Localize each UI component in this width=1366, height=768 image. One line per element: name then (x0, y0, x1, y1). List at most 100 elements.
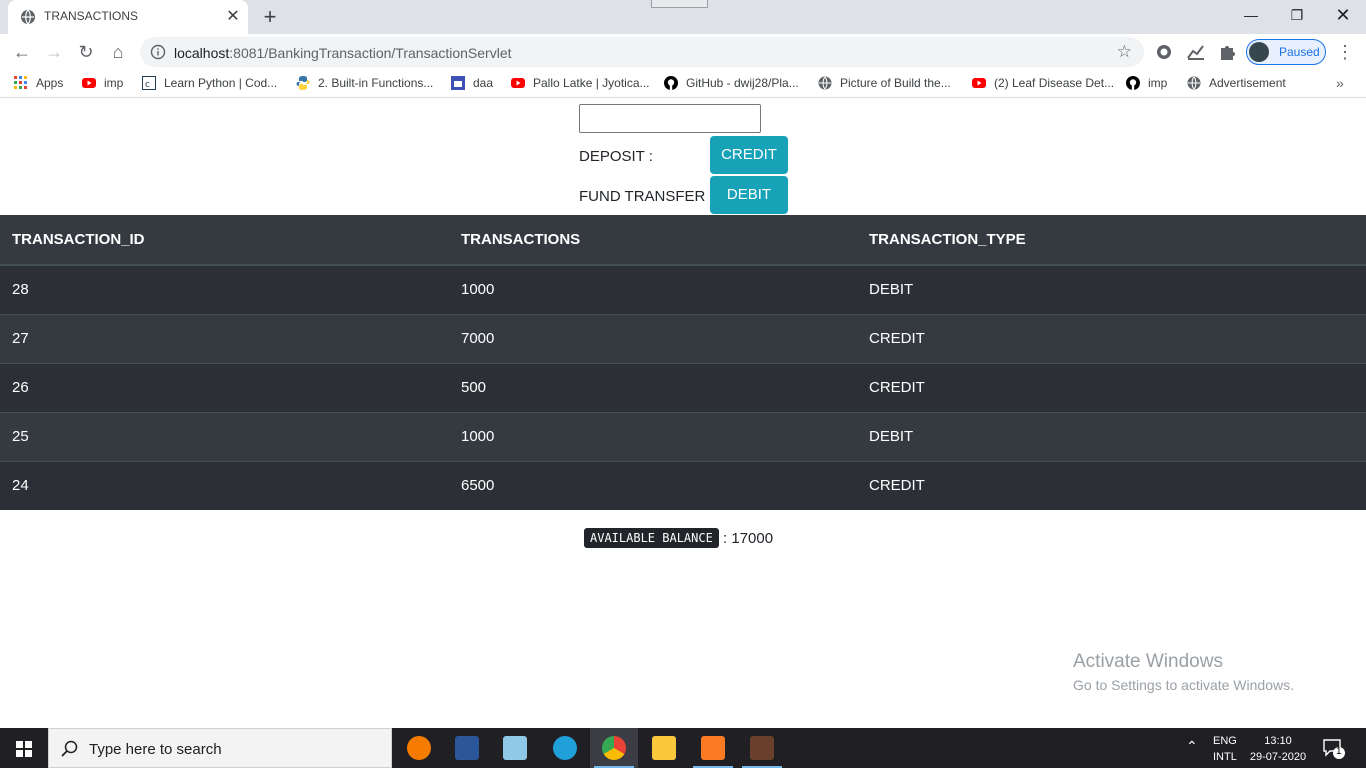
extensions-puzzle-icon[interactable] (1217, 42, 1237, 62)
restore-icon[interactable]: ❐ (1274, 0, 1320, 30)
bookmark-picture-of-build[interactable]: Picture of Build the... (818, 76, 951, 92)
transaction-id-cell: 27 (0, 313, 449, 363)
globe-icon (818, 76, 832, 90)
transaction-type-cell: DEBIT (857, 264, 1366, 314)
reload-icon[interactable]: ↻ (74, 40, 98, 64)
taskbar-app-edge[interactable] (541, 728, 589, 768)
column-header: TRANSACTION_TYPE (857, 215, 1366, 266)
taskbar-app-notepad[interactable] (491, 728, 539, 768)
deposit-label: DEPOSIT : (579, 148, 653, 165)
speech-bubble-icon (1323, 739, 1345, 759)
table-header-row: TRANSACTION_ID TRANSACTIONS TRANSACTION_… (0, 215, 1366, 266)
address-bar[interactable]: localhost:8081/BankingTransaction/Transa… (140, 37, 1144, 67)
taskbar-app-chrome[interactable] (590, 728, 638, 768)
apps-grid-icon (14, 76, 27, 89)
transaction-amount-cell: 6500 (449, 460, 857, 510)
page-content: DEPOSIT : CREDIT FUND TRANSFER : DEBIT T… (0, 98, 1366, 728)
taskbar-app-file-explorer[interactable] (640, 728, 688, 768)
language-indicator[interactable]: ENG INTL (1213, 733, 1237, 765)
watermark-title: Activate Windows (1073, 651, 1223, 672)
word-icon (455, 736, 479, 760)
extension-chart-icon[interactable] (1186, 42, 1206, 62)
table-row: 26 500 CREDIT (0, 362, 1366, 412)
profile-button[interactable]: Paused (1246, 39, 1326, 65)
minimize-icon[interactable]: — (1228, 0, 1274, 30)
bookmark-label: Pallo Latke | Jyotica... (533, 76, 650, 90)
close-window-icon[interactable]: ✕ (1320, 0, 1366, 30)
ide-icon (750, 736, 774, 760)
github-icon (664, 76, 678, 90)
bookmark-github-dwij28[interactable]: GitHub - dwij28/Pla... (664, 76, 799, 92)
tab-strip: TRANSACTIONS ✕ + — ❐ ✕ (0, 0, 1366, 34)
bookmark-daa[interactable]: daa (451, 76, 493, 92)
new-tab-icon[interactable]: + (259, 6, 281, 28)
credit-button[interactable]: CREDIT (710, 136, 788, 174)
debit-button[interactable]: DEBIT (710, 176, 788, 214)
bookmark-label: daa (473, 76, 494, 90)
transaction-type-cell: DEBIT (857, 411, 1366, 461)
transaction-amount-cell: 1000 (449, 411, 857, 461)
search-placeholder: Type here to search (89, 741, 222, 758)
activate-windows-watermark: Activate Windows Go to Settings to activ… (1073, 651, 1294, 693)
browser-tab[interactable]: TRANSACTIONS ✕ (8, 0, 248, 34)
bookmark-star-icon[interactable]: ☆ (1117, 42, 1132, 62)
youtube-icon (511, 78, 525, 88)
avatar (1249, 42, 1269, 62)
taskbar-clock[interactable]: 13:10 29-07-2020 (1248, 733, 1308, 765)
file-explorer-icon (652, 736, 676, 760)
profile-status: Paused (1279, 45, 1320, 59)
language-code: ENG (1213, 735, 1237, 747)
extension-circle-icon[interactable] (1154, 42, 1174, 62)
back-icon[interactable]: ← (10, 40, 34, 64)
bookmark-label: Advertisement (1209, 76, 1286, 90)
bookmark-imp-github[interactable]: imp (1126, 76, 1167, 92)
taskbar-app-xampp[interactable] (689, 728, 737, 768)
close-tab-icon[interactable]: ✕ (224, 8, 242, 26)
fund-transfer-label: FUND TRANSFER : (579, 188, 714, 205)
notification-count: 1 (1336, 746, 1342, 757)
info-icon[interactable] (150, 44, 166, 60)
bookmark-label: (2) Leaf Disease Det... (994, 76, 1115, 90)
taskbar-app-word[interactable] (443, 728, 491, 768)
transaction-amount-cell: 1000 (449, 264, 857, 314)
transaction-id-cell: 28 (0, 264, 449, 314)
url-path: :8081/BankingTransaction/TransactionServ… (229, 45, 512, 61)
taskbar-app-ide[interactable] (738, 728, 786, 768)
amount-input[interactable] (579, 104, 761, 133)
windows-start-icon[interactable] (0, 728, 48, 768)
balance-label: AVAILABLE BALANCE (584, 528, 719, 548)
forward-icon[interactable]: → (42, 40, 66, 64)
table-row: 24 6500 CREDIT (0, 460, 1366, 510)
url-text: localhost:8081/BankingTransaction/Transa… (174, 45, 512, 61)
bookmark-learn-python[interactable]: c Learn Python | Cod... (142, 76, 277, 92)
bookmark-pallo-latke[interactable]: Pallo Latke | Jyotica... (511, 76, 650, 92)
bookmarks-bar: Apps imp c Learn Python | Cod... 2. Built… (0, 70, 1366, 98)
bookmark-built-in-functions[interactable]: 2. Built-in Functions... (296, 76, 433, 92)
taskbar-search-input[interactable]: Type here to search (48, 728, 392, 768)
show-hidden-icons-icon[interactable]: ⌃ (1186, 738, 1198, 755)
bookmark-imp[interactable]: imp (82, 76, 123, 92)
bookmark-apps[interactable]: Apps (14, 76, 63, 92)
transactions-table: TRANSACTION_ID TRANSACTIONS TRANSACTION_… (0, 215, 1366, 510)
bookmark-advertisement[interactable]: Advertisement (1187, 76, 1286, 92)
column-header: TRANSACTIONS (449, 215, 857, 266)
column-header: TRANSACTION_ID (0, 215, 449, 266)
taskbar-app-vlc[interactable] (395, 728, 443, 768)
home-icon[interactable]: ⌂ (106, 40, 130, 64)
bookmark-leaf-disease[interactable]: (2) Leaf Disease Det... (972, 76, 1114, 92)
transaction-id-cell: 24 (0, 460, 449, 510)
edge-icon (553, 736, 577, 760)
youtube-icon (972, 78, 986, 88)
bookmark-label: GitHub - dwij28/Pla... (686, 76, 799, 90)
table-row: 28 1000 DEBIT (0, 264, 1366, 314)
search-icon (61, 740, 78, 757)
window-drag-handle[interactable] (651, 0, 708, 8)
notification-center-icon[interactable]: 1 (1322, 738, 1346, 760)
more-menu-icon[interactable]: ⋮ (1336, 40, 1354, 64)
clock-time: 13:10 (1264, 735, 1292, 747)
xampp-icon (701, 736, 725, 760)
watermark-subtitle: Go to Settings to activate Windows. (1073, 677, 1294, 693)
table-row: 25 1000 DEBIT (0, 411, 1366, 461)
bookmarks-overflow-icon[interactable]: » (1336, 75, 1344, 91)
balance-value: : 17000 (723, 530, 774, 547)
